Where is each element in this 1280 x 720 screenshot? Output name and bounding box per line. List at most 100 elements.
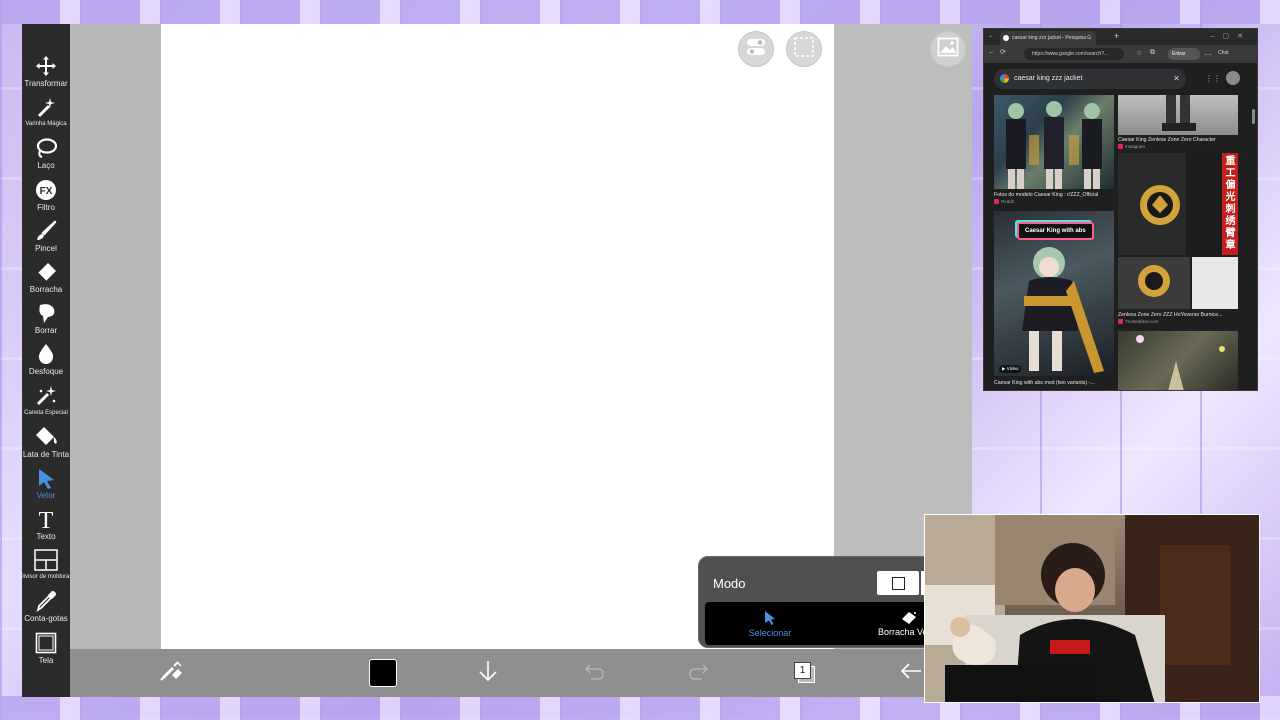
result-source: Reddit (994, 199, 1014, 204)
result-source: Instagram (1118, 144, 1145, 149)
current-color-button[interactable] (362, 649, 404, 697)
tool-pincel[interactable]: Pincel (22, 219, 70, 260)
result-caption[interactable]: Zenless Zone Zero ZZZ HoYoverse Burnice.… (1118, 312, 1238, 318)
tool-varinha-magica[interactable]: Varinha Mágica (22, 95, 70, 136)
tool-filtro[interactable]: FX Filtro (22, 178, 70, 219)
character-boots-photo (1162, 95, 1196, 131)
square-icon (891, 576, 905, 590)
image-result-2[interactable] (1118, 95, 1238, 135)
eraser-icon (34, 260, 58, 284)
background-top-band (0, 0, 1280, 24)
mode-shape-button[interactable] (877, 571, 919, 595)
result-caption[interactable]: Caesar King with abs mod (two variants) … (994, 380, 1114, 386)
toggle-switch-icon (745, 38, 767, 61)
result-caption[interactable]: Caesar King Zenless Zone Zero Character (1118, 137, 1238, 143)
signin-label: Entrar (1172, 51, 1186, 57)
browser-window: ⌄ caesar king zzz jacket - Pesquisa G + … (983, 28, 1258, 391)
redo-icon (688, 661, 710, 686)
layers-button[interactable]: 1 (784, 649, 826, 697)
google-favicon-icon (1003, 35, 1009, 41)
mode-option-label: Selecionar (748, 627, 792, 638)
redo-button[interactable] (678, 649, 720, 697)
result-source: Trusteddeal.com (1118, 319, 1158, 324)
more-icon[interactable]: … (1204, 48, 1212, 57)
video-label: ▶ Vídeo (999, 365, 1022, 373)
paint-bucket-icon (34, 425, 58, 449)
collections-icon[interactable]: ⧉ (1150, 49, 1155, 57)
tab-menu-chevron-icon[interactable]: ⌄ (988, 32, 993, 39)
tool-borracha[interactable]: Borracha (22, 260, 70, 301)
svg-text:T: T (39, 508, 54, 531)
image-result-1[interactable] (994, 95, 1114, 189)
apps-grid-icon[interactable]: ⋮⋮ (1205, 74, 1221, 83)
vector-cursor-icon (34, 466, 58, 490)
search-query: caesar king zzz jacket (1014, 75, 1083, 82)
tool-label: Conta-gotas (24, 614, 68, 624)
undo-button[interactable] (573, 649, 615, 697)
mode-selecionar[interactable]: Selecionar (735, 602, 805, 645)
text-t-icon: T (34, 507, 58, 531)
frame-divider-icon (34, 548, 58, 572)
character-photo-figures (1006, 101, 1102, 189)
tool-tela[interactable]: Tela (22, 631, 70, 672)
google-search-box[interactable]: caesar king zzz jacket ✕ (994, 69, 1186, 89)
undo-icon (583, 661, 605, 686)
tool-label: Varinha Mágica (25, 121, 67, 128)
vector-eraser-icon (902, 611, 916, 624)
eyedropper-icon (34, 589, 58, 613)
tool-laco[interactable]: Laço (22, 136, 70, 177)
star-icon[interactable]: ☆ (1136, 49, 1142, 57)
tool-texto[interactable]: T Texto (22, 507, 70, 548)
tool-label: Tela (38, 655, 54, 665)
clear-search-icon[interactable]: ✕ (1173, 74, 1180, 83)
video-title-badge: Caesar King with abs (1017, 222, 1094, 240)
fx-filter-icon: FX (34, 178, 58, 202)
tool-lata-de-tinta[interactable]: Lata de Tinta (22, 425, 70, 466)
dashed-selection-icon (793, 36, 815, 63)
game-screenshot-thumb (1136, 335, 1225, 390)
address-field[interactable]: https://www.google.com/search?... (1024, 48, 1124, 60)
bottom-action-bar: 1 (70, 649, 972, 697)
magic-wand-icon (34, 95, 58, 119)
new-tab-button[interactable]: + (1114, 31, 1119, 41)
move-arrows-icon (34, 54, 58, 78)
selection-area-button[interactable] (786, 31, 822, 67)
browser-tab[interactable]: caesar king zzz jacket - Pesquisa G (1000, 31, 1096, 45)
tool-label: Pincel (35, 243, 57, 253)
tool-sidebar: Transformar Varinha Mágica Laço FX Filtr… (22, 24, 73, 697)
tool-vetor[interactable]: Vetor (22, 466, 70, 507)
signin-button[interactable]: Entrar (1168, 48, 1200, 60)
image-result-4[interactable]: 重工偏光刺绣臂章 (1118, 153, 1238, 309)
lasso-icon (34, 136, 58, 160)
layer-count: 1 (794, 662, 811, 679)
result-caption[interactable]: Fotos do modelo Caesar King : r/ZZZ_Offi… (994, 192, 1114, 198)
webcam-overlay (924, 514, 1260, 703)
nav-buttons[interactable]: ←⟳ (988, 48, 1011, 56)
jacket-ad-cjk-text: 重工偏光刺绣臂章 (1225, 156, 1236, 251)
results-scrollbar[interactable] (1252, 109, 1255, 124)
toggle-view-button[interactable] (738, 31, 774, 67)
tool-conta-gotas[interactable]: Conta-gotas (22, 589, 70, 630)
download-button[interactable] (467, 649, 509, 697)
tool-desfoque[interactable]: Desfoque (22, 342, 70, 383)
tool-label: Laço (37, 161, 55, 171)
window-controls[interactable]: –▢✕ (1211, 32, 1251, 40)
tool-borrar[interactable]: Borrar (22, 301, 70, 342)
tool-label: Divisor de molduras (22, 574, 73, 581)
mode-panel: Modo Selecionar Borracha Vetor (698, 556, 950, 648)
tool-label: Transformar (24, 79, 68, 88)
quick-tool-button[interactable] (150, 649, 192, 697)
brush-icon (34, 219, 58, 243)
tool-divisor-de-molduras[interactable]: Divisor de molduras (22, 548, 73, 589)
webcam-feed-image (925, 515, 1259, 702)
layers-icon: 1 (794, 662, 816, 684)
image-icon (937, 37, 959, 62)
chat-button[interactable]: Chat (1218, 50, 1229, 56)
tool-label: Lata de Tinta (22, 449, 70, 459)
tool-transformar[interactable]: Transformar (22, 54, 70, 95)
tool-caneta-especial[interactable]: Caneta Especial (22, 384, 70, 425)
reference-image-button[interactable] (930, 31, 966, 67)
image-result-5[interactable] (1118, 331, 1238, 390)
tool-label: Filtro (37, 202, 55, 212)
account-avatar[interactable] (1226, 71, 1240, 85)
